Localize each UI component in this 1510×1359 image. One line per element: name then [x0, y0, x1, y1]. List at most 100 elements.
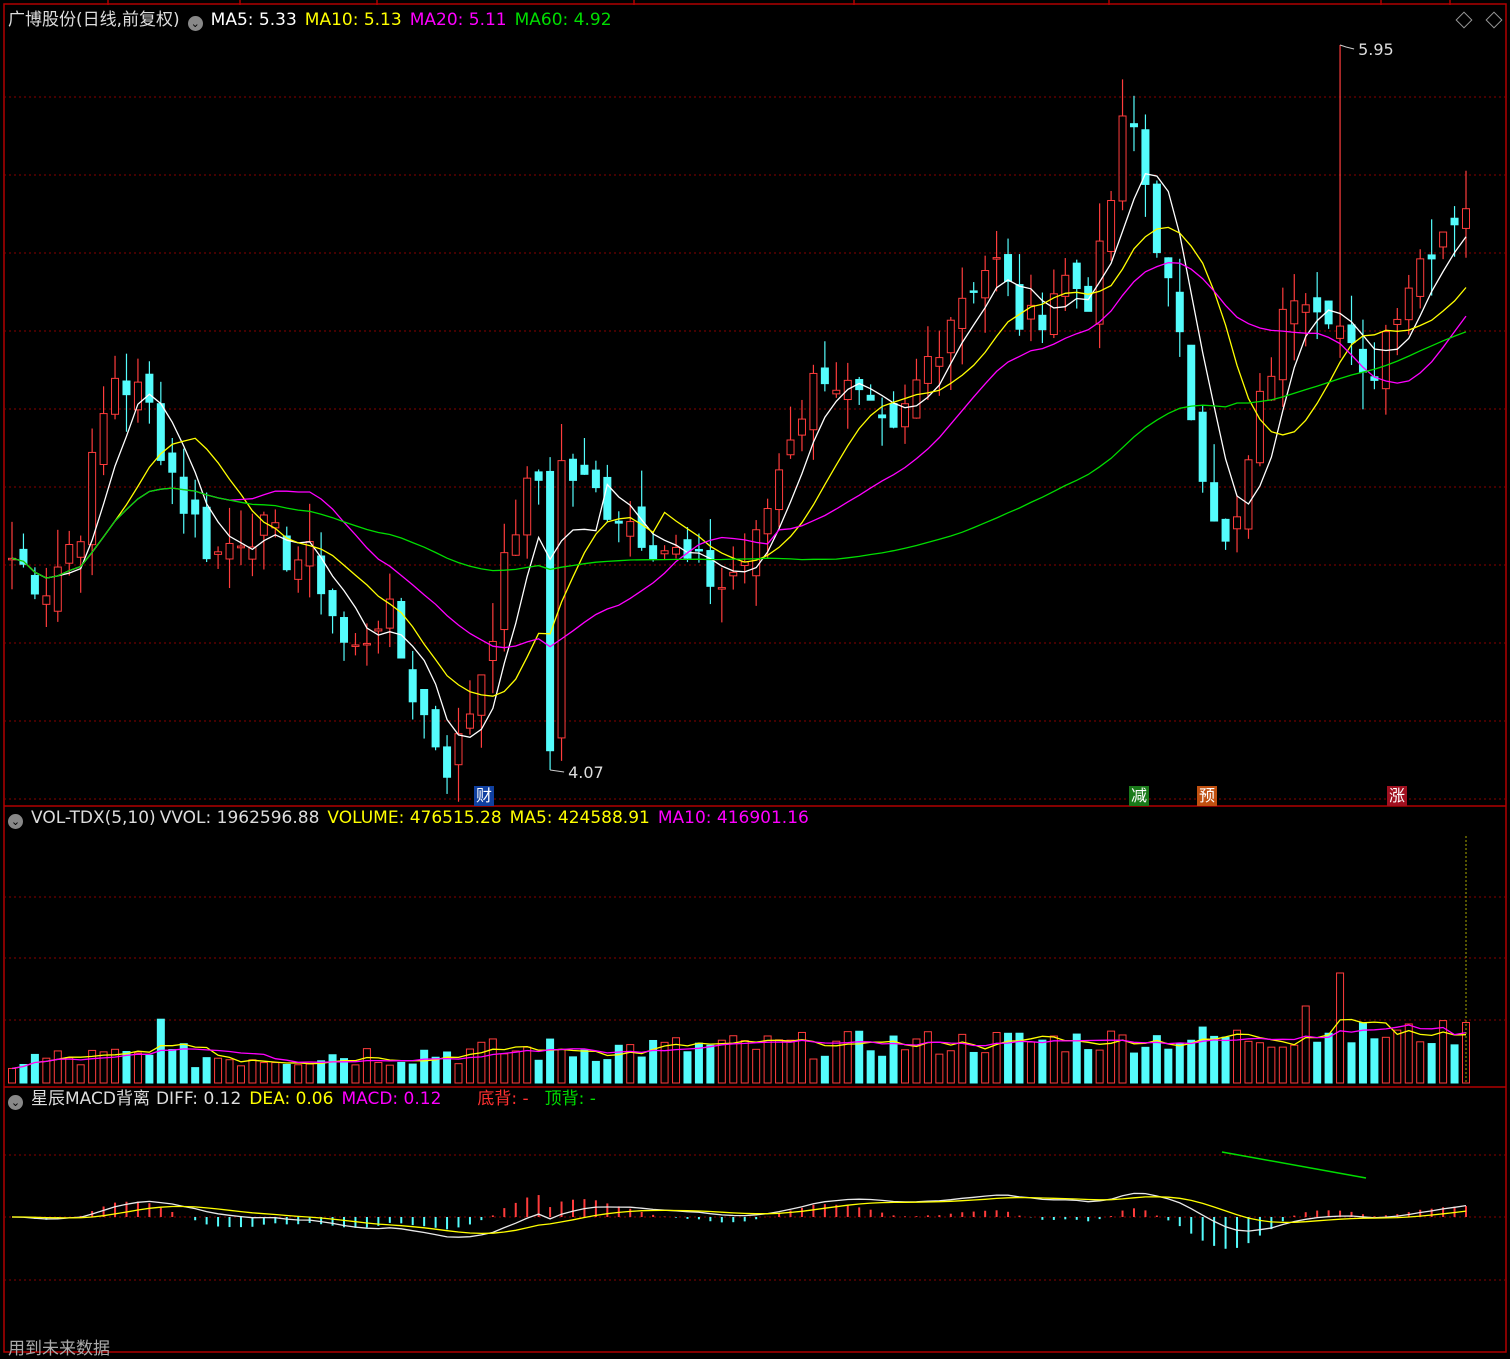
- volume-bar: [843, 1031, 852, 1084]
- candle-body: [1301, 304, 1310, 313]
- volume-bar: [969, 1051, 978, 1084]
- dea-value: DEA: 0.06: [249, 1089, 334, 1109]
- volume-bar: [946, 1050, 955, 1084]
- candle-body: [42, 595, 51, 605]
- volume-bar: [981, 1052, 990, 1084]
- candle-body: [557, 460, 566, 739]
- volume-bar: [408, 1063, 417, 1084]
- diff-line: [11, 1192, 1467, 1238]
- volume-bar: [923, 1031, 932, 1084]
- ma60-value: MA60: 4.92: [514, 10, 612, 30]
- candle-body: [672, 546, 681, 555]
- volume-bar: [236, 1065, 245, 1084]
- macd-header: ⌄ 星辰MACD背离 DIFF: 0.12 DEA: 0.06 MACD: 0.12 底背…: [8, 1089, 604, 1110]
- volume-bars-group: [8, 972, 1470, 1084]
- candle-body: [1244, 459, 1253, 530]
- candle-body: [717, 587, 726, 590]
- candle-body: [1233, 516, 1242, 530]
- candle-body: [1141, 129, 1150, 185]
- candle-body: [1164, 257, 1173, 279]
- volume-bar: [511, 1050, 520, 1084]
- candle-body: [889, 403, 898, 428]
- marker-zhang[interactable]: 涨: [1387, 786, 1408, 806]
- candle-body: [259, 514, 268, 536]
- candle-body: [1152, 183, 1161, 254]
- candle-body: [1393, 318, 1402, 325]
- candle-body: [397, 600, 406, 659]
- candle-body: [649, 545, 658, 559]
- volume-bar: [8, 1067, 16, 1084]
- candle-body: [1015, 284, 1024, 330]
- volume-bar: [328, 1054, 337, 1084]
- diff-value: DIFF: 0.12: [155, 1089, 242, 1109]
- macd-bars-group: [22, 1195, 1467, 1249]
- volume-bar: [1416, 1041, 1425, 1084]
- candle-body: [729, 571, 738, 577]
- main-header: 广博股份(日线,前复权) ⌄ MA5: 5.33 MA10: 5.13 MA20: 5.…: [8, 10, 620, 31]
- vol-ma10-value: MA10: 416901.16: [657, 808, 809, 828]
- candle-body: [637, 506, 646, 548]
- indicator-toggle-icon[interactable]: ⌄: [187, 16, 203, 31]
- volume-bar: [1061, 1051, 1070, 1084]
- volume-bar: [1175, 1043, 1184, 1084]
- volume-bar: [1439, 1020, 1448, 1084]
- volume-bar: [397, 1061, 406, 1084]
- volume-bar: [488, 1038, 497, 1084]
- bottom-divergence: 底背: -: [477, 1089, 529, 1109]
- volume-value: VOLUME: 476515.28: [327, 808, 502, 828]
- volume-bar: [362, 1048, 371, 1084]
- candle-body: [775, 469, 784, 511]
- volume-bar: [1187, 1039, 1196, 1084]
- volume-bar: [1393, 1029, 1402, 1084]
- low-label: 4.07: [568, 763, 604, 782]
- volume-bar: [546, 1038, 555, 1084]
- candle-body: [1107, 200, 1116, 252]
- candle-body: [1462, 208, 1470, 229]
- candle-body: [30, 574, 39, 595]
- candle-body: [580, 464, 589, 475]
- candle-body: [958, 297, 967, 329]
- candle-body: [1210, 482, 1219, 522]
- marker-jian[interactable]: 减: [1129, 786, 1150, 806]
- volume-bar: [901, 1049, 910, 1084]
- volume-bar: [1221, 1036, 1230, 1084]
- candle-body: [328, 590, 337, 617]
- volume-bar: [649, 1039, 658, 1084]
- marker-cai[interactable]: 财: [474, 786, 495, 806]
- volume-bar: [786, 1039, 795, 1084]
- volume-bar: [1267, 1046, 1276, 1084]
- volume-bar: [763, 1035, 772, 1084]
- volume-bar: [1450, 1044, 1459, 1084]
- macd-toggle-icon[interactable]: ⌄: [8, 1095, 23, 1110]
- macd-value: MACD: 0.12: [341, 1089, 442, 1109]
- volume-bar: [1404, 1023, 1413, 1084]
- stock-chart: 5.95 4.07: [3, 0, 1507, 1353]
- marker-yu[interactable]: 预: [1197, 786, 1218, 806]
- volume-bar: [385, 1064, 394, 1084]
- volume-bar: [225, 1059, 234, 1084]
- candle-body: [568, 458, 577, 481]
- candle-body: [969, 290, 978, 293]
- volume-bar: [30, 1053, 39, 1084]
- volume-toggle-icon[interactable]: ⌄: [8, 814, 23, 829]
- volume-bar: [374, 1061, 383, 1084]
- candle-body: [351, 644, 360, 647]
- volume-bar: [214, 1057, 223, 1084]
- volume-bar: [1107, 1030, 1116, 1084]
- candle-body: [1290, 300, 1299, 325]
- high-label: 5.95: [1358, 40, 1394, 59]
- volume-bar: [1427, 1043, 1436, 1084]
- volume-bar: [706, 1044, 715, 1084]
- volume-bar: [820, 1055, 829, 1084]
- candle-body: [935, 357, 944, 367]
- candle-body: [992, 257, 1001, 260]
- candle-body: [1038, 314, 1047, 331]
- volume-bar: [168, 1049, 177, 1084]
- volume-bar: [1290, 1044, 1299, 1084]
- candle-body: [214, 551, 223, 555]
- volume-bar: [1129, 1052, 1138, 1084]
- candle-body: [946, 319, 955, 354]
- volume-bar: [1278, 1046, 1287, 1084]
- volume-bar: [614, 1044, 623, 1084]
- candle-body: [1004, 254, 1013, 282]
